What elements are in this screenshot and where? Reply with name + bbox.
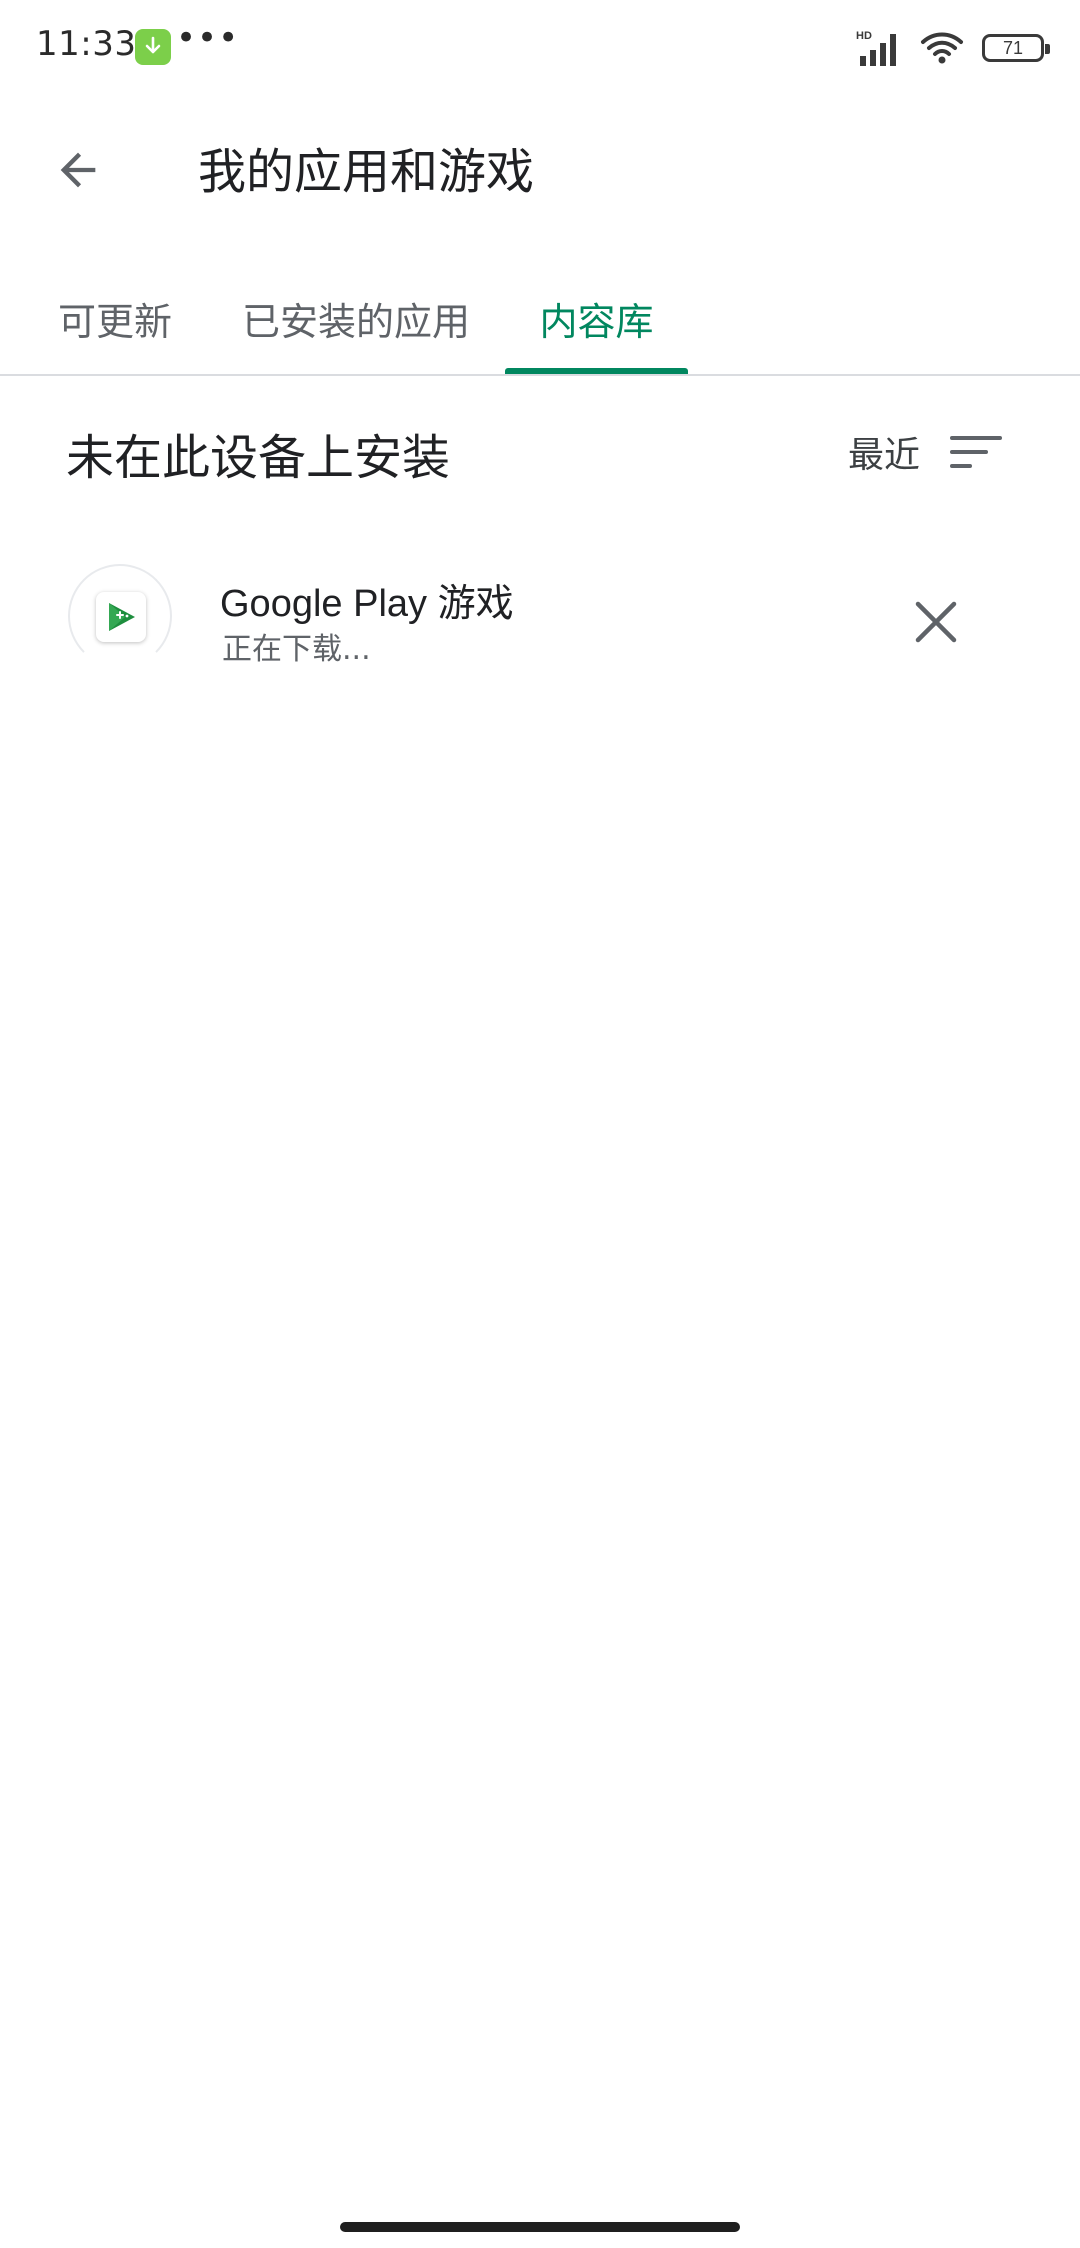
status-icons: HD 71 bbox=[856, 26, 1050, 70]
sort-label: 最近 bbox=[848, 435, 921, 476]
section-title: 未在此设备上安装 bbox=[66, 430, 451, 486]
tab-library[interactable]: 内容库 bbox=[505, 262, 688, 374]
app-status: 正在下载... bbox=[222, 632, 371, 667]
app-icon-container bbox=[68, 564, 176, 672]
app-bar: 我的应用和游戏 bbox=[0, 96, 1080, 236]
app-name: Google Play 游戏 bbox=[220, 583, 514, 625]
close-icon bbox=[915, 601, 957, 643]
tab-updates[interactable]: 可更新 bbox=[40, 262, 190, 374]
battery-icon: 71 bbox=[982, 34, 1050, 62]
tabs-divider bbox=[0, 374, 1080, 376]
network-type-label: HD bbox=[856, 30, 872, 42]
sort-button[interactable]: 最近 bbox=[848, 420, 1003, 484]
signal-icon: HD bbox=[856, 30, 896, 66]
sort-icon bbox=[950, 436, 1003, 468]
page-title: 我的应用和游戏 bbox=[198, 144, 535, 200]
back-button[interactable] bbox=[40, 132, 116, 208]
status-bar: 11:33 ••• HD 71 bbox=[0, 0, 1080, 96]
screen: 11:33 ••• HD 71 我的应用和游戏 可更新 已安装的应用 内容库 未… bbox=[0, 0, 1080, 2248]
battery-level: 71 bbox=[1002, 37, 1024, 58]
list-item[interactable]: Google Play 游戏 正在下载... bbox=[0, 560, 1080, 680]
wifi-icon bbox=[921, 32, 963, 64]
tab-label: 内容库 bbox=[539, 299, 654, 344]
tab-label: 已安装的应用 bbox=[241, 299, 470, 344]
back-arrow-icon bbox=[60, 152, 96, 188]
google-play-games-icon bbox=[96, 592, 146, 642]
download-icon bbox=[135, 29, 171, 65]
tab-label: 可更新 bbox=[57, 299, 172, 344]
tab-installed[interactable]: 已安装的应用 bbox=[238, 262, 474, 374]
more-notifications-icon: ••• bbox=[176, 18, 240, 58]
home-indicator[interactable] bbox=[340, 2222, 740, 2232]
tab-bar: 可更新 已安装的应用 内容库 bbox=[0, 262, 1080, 376]
status-time: 11:33 bbox=[36, 24, 137, 64]
cancel-download-button[interactable] bbox=[900, 586, 972, 658]
